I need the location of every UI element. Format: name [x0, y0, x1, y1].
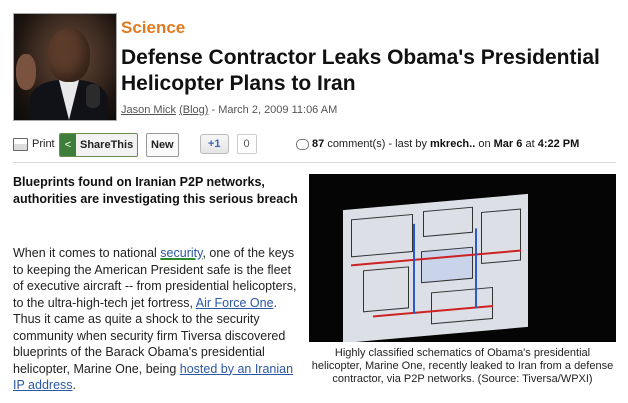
author-photo: [13, 13, 117, 121]
air-force-one-link[interactable]: Air Force One: [196, 296, 274, 310]
article-subhead: Blueprints found on Iranian P2P networks…: [13, 175, 298, 206]
article-body: When it comes to national security, one …: [13, 245, 303, 394]
on-text: on: [478, 138, 491, 150]
article-toolbar: Print < ShareThis New +1 0 87 comment(s)…: [13, 133, 616, 157]
image-caption: Highly classified schematics of Obama's …: [311, 347, 614, 385]
body-text-1: When it comes to national: [13, 246, 161, 260]
author-link[interactable]: Jason Mick: [121, 104, 176, 116]
blog-link[interactable]: (Blog): [179, 104, 208, 116]
byline: Jason Mick (Blog) - March 2, 2009 11:06 …: [121, 104, 337, 116]
plusone-widget[interactable]: +1 0: [200, 133, 257, 155]
article-title: Defense Contractor Leaks Obama's Preside…: [121, 46, 600, 95]
last-commenter[interactable]: mkrech..: [430, 138, 475, 150]
sharethis-label: ShareThis: [80, 139, 134, 151]
new-button[interactable]: New: [146, 133, 179, 157]
sharethis-icon: <: [60, 134, 76, 156]
plusone-count: 0: [236, 134, 257, 154]
article-category[interactable]: Science: [121, 18, 185, 38]
comment-bubble-icon: [296, 138, 309, 150]
schematic-image: [309, 174, 616, 342]
comments-text: comment(s) - last by: [327, 138, 427, 150]
comment-count[interactable]: 87: [312, 138, 324, 150]
comments-info: 87 comment(s) - last by mkrech.. on Mar …: [296, 133, 579, 155]
print-button[interactable]: Print: [13, 133, 55, 155]
toolbar-divider: [13, 162, 616, 163]
security-link[interactable]: security: [160, 246, 202, 260]
print-icon: [13, 137, 28, 151]
schematic-diagram: [343, 193, 528, 342]
sharethis-button[interactable]: < ShareThis: [59, 133, 139, 157]
last-comment-date: Mar 6: [493, 138, 523, 150]
body-text-4: .: [72, 378, 77, 392]
last-comment-time: 4:22 PM: [537, 138, 580, 150]
print-label: Print: [32, 138, 55, 150]
at-text: at: [525, 138, 535, 150]
plusone-button[interactable]: +1: [200, 134, 229, 154]
post-date: - March 2, 2009 11:06 AM: [211, 104, 338, 116]
